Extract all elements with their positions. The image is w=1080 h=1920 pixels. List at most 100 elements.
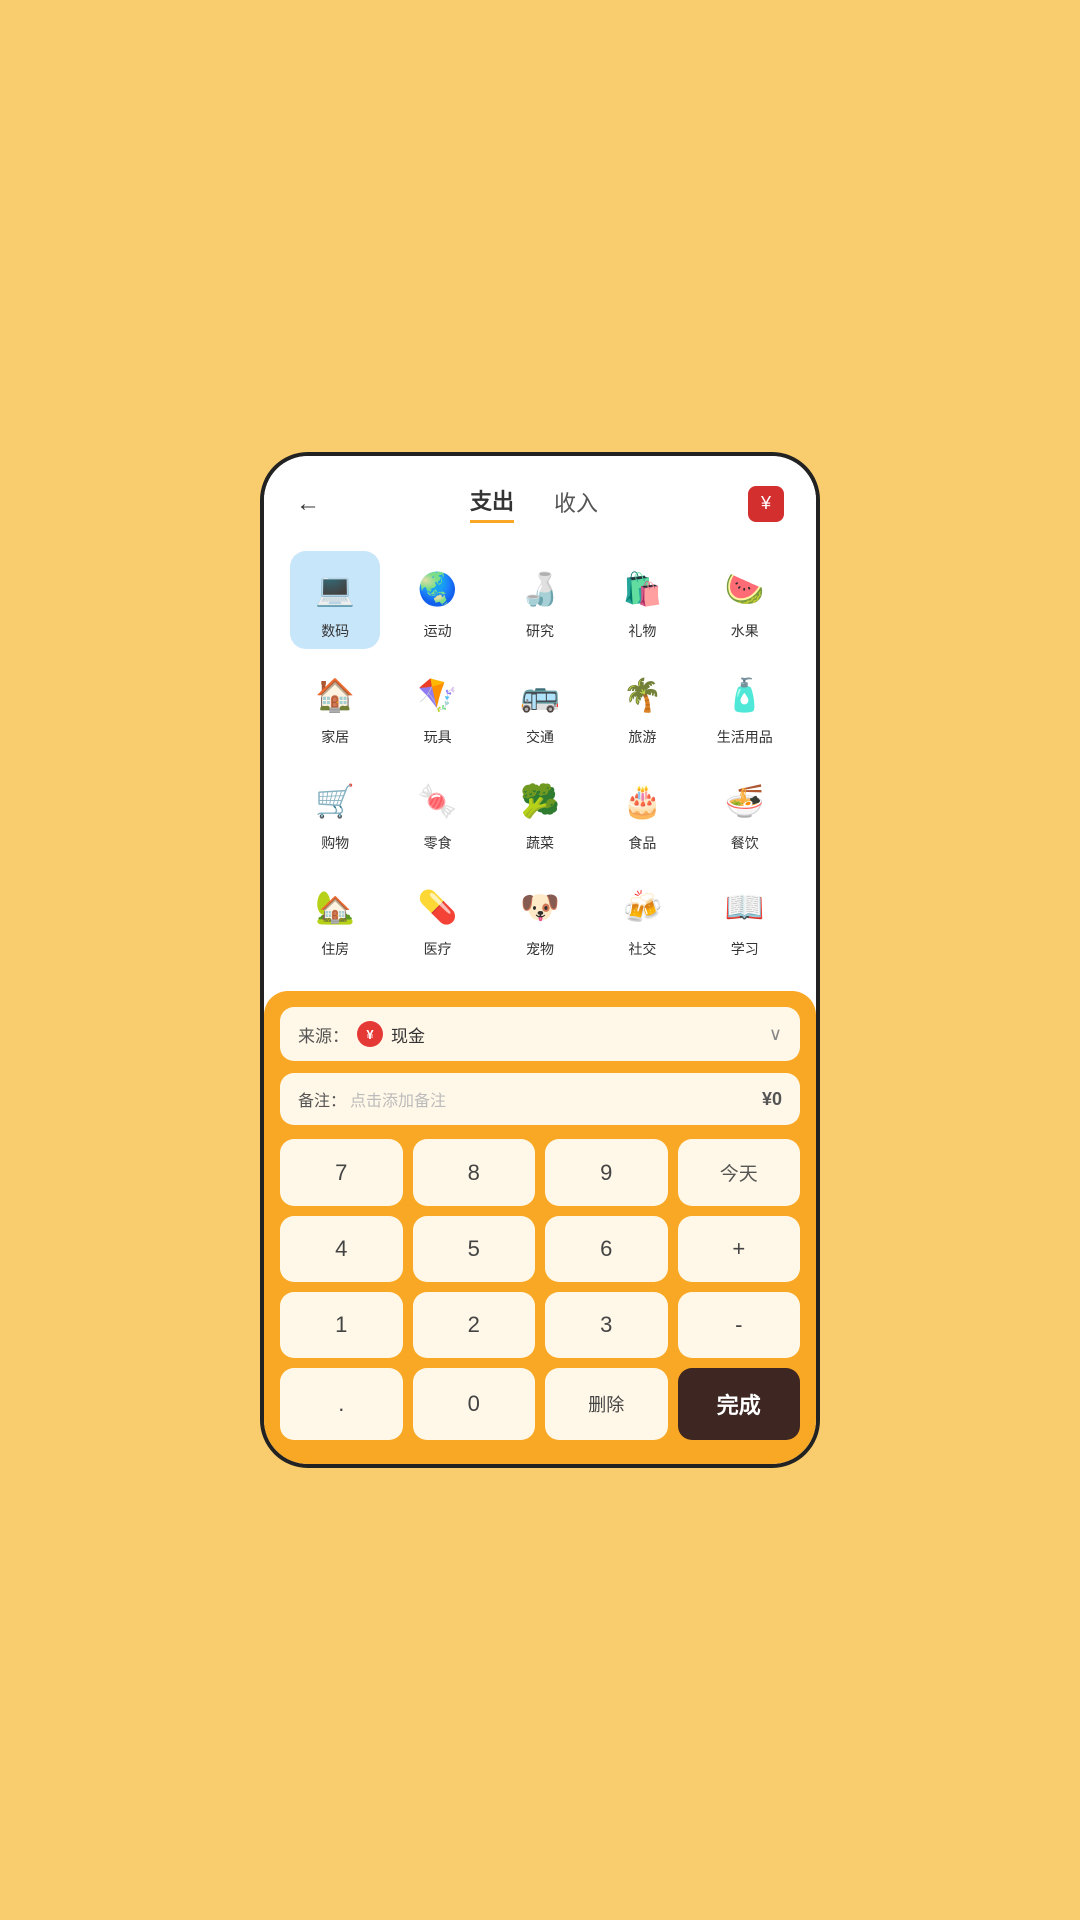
cat-item-food[interactable]: 🎂 食品 — [597, 763, 687, 861]
cat-item-shopping[interactable]: 🛒 购物 — [290, 763, 380, 861]
cat-label-study2: 研究 — [526, 621, 554, 641]
numpad-btn-4[interactable]: 4 — [280, 1216, 403, 1282]
cat-label-housing: 住房 — [321, 939, 349, 959]
cat-item-home[interactable]: 🏠 家居 — [290, 657, 380, 755]
cat-label-home: 家居 — [321, 727, 349, 747]
note-placeholder: 点击添加备注 — [350, 1087, 446, 1111]
cat-icon-daily: 🧴 — [717, 667, 773, 723]
cat-icon-traffic: 🚌 — [512, 667, 568, 723]
note-row[interactable]: 备注： 点击添加备注 ¥0 — [280, 1073, 800, 1125]
numpad-btn-6[interactable]: 6 — [545, 1216, 668, 1282]
cat-icon-pet: 🐶 — [512, 879, 568, 935]
source-left: 来源： ¥ 现金 — [298, 1021, 425, 1047]
numpad-btn-2[interactable]: 2 — [413, 1292, 536, 1358]
cat-item-study2[interactable]: 🍶 研究 — [495, 551, 585, 649]
cat-label-gift: 礼物 — [628, 621, 656, 641]
tab-income[interactable]: 收入 — [554, 486, 598, 522]
source-icon: ¥ — [357, 1021, 383, 1047]
cat-item-dining[interactable]: 🍜 餐饮 — [700, 763, 790, 861]
numpad-btn-9[interactable]: 9 — [545, 1139, 668, 1206]
numpad-btn-3[interactable]: 3 — [545, 1292, 668, 1358]
cat-item-travel[interactable]: 🌴 旅游 — [597, 657, 687, 755]
cat-icon-snacks: 🍬 — [410, 773, 466, 829]
cat-label-digital: 数码 — [321, 621, 349, 641]
cat-label-travel: 旅游 — [628, 727, 656, 747]
cat-item-gift[interactable]: 🛍️ 礼物 — [597, 551, 687, 649]
note-left: 备注： 点击添加备注 — [298, 1087, 446, 1111]
cat-label-snacks: 零食 — [424, 833, 452, 853]
numpad-btn--[interactable]: - — [678, 1292, 801, 1358]
cat-label-social: 社交 — [628, 939, 656, 959]
source-name-label: 现金 — [391, 1022, 425, 1047]
cat-label-sports: 运动 — [424, 621, 452, 641]
cat-item-housing[interactable]: 🏡 住房 — [290, 869, 380, 967]
numpad-btn-+[interactable]: + — [678, 1216, 801, 1282]
header: ← 支出 收入 ¥ — [264, 456, 816, 539]
numpad-btn-0[interactable]: 0 — [413, 1368, 536, 1440]
cat-icon-learn: 📖 — [717, 879, 773, 935]
cat-item-social[interactable]: 🍻 社交 — [597, 869, 687, 967]
cat-item-medical[interactable]: 💊 医疗 — [393, 869, 483, 967]
amount-display: ¥0 — [762, 1089, 782, 1110]
category-row: 🛒 购物 🍬 零食 🥦 蔬菜 🎂 食品 🍜 餐饮 — [284, 763, 796, 861]
cat-item-digital[interactable]: 💻 数码 — [290, 551, 380, 649]
source-prefix-label: 来源： — [298, 1022, 349, 1047]
numpad-btn-done[interactable]: 完成 — [678, 1368, 801, 1440]
numpad-btn-今天[interactable]: 今天 — [678, 1139, 801, 1206]
cat-label-food: 食品 — [628, 833, 656, 853]
numpad-btn-1[interactable]: 1 — [280, 1292, 403, 1358]
cat-item-toys[interactable]: 🪁 玩具 — [393, 657, 483, 755]
cat-label-traffic: 交通 — [526, 727, 554, 747]
book-icon-button[interactable]: ¥ — [748, 486, 784, 522]
cat-item-pet[interactable]: 🐶 宠物 — [495, 869, 585, 967]
bottom-panel: 来源： ¥ 现金 ∨ 备注： 点击添加备注 ¥0 789今天 456+123-.0… — [264, 991, 816, 1464]
cat-icon-fruit: 🍉 — [717, 561, 773, 617]
cat-label-daily: 生活用品 — [717, 727, 773, 747]
source-row[interactable]: 来源： ¥ 现金 ∨ — [280, 1007, 800, 1061]
tab-expense[interactable]: 支出 — [470, 484, 514, 523]
cat-icon-digital: 💻 — [307, 561, 363, 617]
numpad-btn-7[interactable]: 7 — [280, 1139, 403, 1206]
cat-icon-study2: 🍶 — [512, 561, 568, 617]
cat-item-traffic[interactable]: 🚌 交通 — [495, 657, 585, 755]
cat-item-fruit[interactable]: 🍉 水果 — [700, 551, 790, 649]
cat-icon-gift: 🛍️ — [614, 561, 670, 617]
cat-label-medical: 医疗 — [424, 939, 452, 959]
cat-icon-social: 🍻 — [614, 879, 670, 935]
cat-label-toys: 玩具 — [424, 727, 452, 747]
cat-item-veggie[interactable]: 🥦 蔬菜 — [495, 763, 585, 861]
cat-item-snacks[interactable]: 🍬 零食 — [393, 763, 483, 861]
numpad-btn-8[interactable]: 8 — [413, 1139, 536, 1206]
cat-icon-food: 🎂 — [614, 773, 670, 829]
cat-item-learn[interactable]: 📖学习 — [700, 869, 790, 967]
category-row: 🏠 家居 🪁 玩具 🚌 交通 🌴 旅游 🧴 生活用品 — [284, 657, 796, 755]
numpad: 789今天 456+123-.0删除完成 — [280, 1139, 800, 1440]
cat-label-fruit: 水果 — [731, 621, 759, 641]
category-grid: 💻 数码 🌏 运动 🍶 研究 🛍️ 礼物 🍉 水果 🏠 家居 🪁 玩具 🚌 交通 🌴 旅游 🧴 生活用品 🛒 购物 🍬 零食 🥦… — [264, 539, 816, 991]
numpad-btn-.[interactable]: . — [280, 1368, 403, 1440]
cat-icon-dining: 🍜 — [717, 773, 773, 829]
category-row: 💻 数码 🌏 运动 🍶 研究 🛍️ 礼物 🍉 水果 — [284, 551, 796, 649]
cat-icon-sports: 🌏 — [410, 561, 466, 617]
category-row: 🏡 住房 💊 医疗 🐶 宠物 🍻 社交 📖学习 — [284, 869, 796, 967]
cat-icon-travel: 🌴 — [614, 667, 670, 723]
cat-icon-housing: 🏡 — [307, 879, 363, 935]
cat-label-dining: 餐饮 — [731, 833, 759, 853]
cat-icon-medical: 💊 — [410, 879, 466, 935]
cat-item-sports[interactable]: 🌏 运动 — [393, 551, 483, 649]
note-prefix-label: 备注： — [298, 1087, 346, 1111]
cat-item-daily[interactable]: 🧴 生活用品 — [700, 657, 790, 755]
cat-label-shopping: 购物 — [321, 833, 349, 853]
cat-icon-veggie: 🥦 — [512, 773, 568, 829]
numpad-btn-5[interactable]: 5 — [413, 1216, 536, 1282]
cat-label-veggie: 蔬菜 — [526, 833, 554, 853]
cat-icon-home: 🏠 — [307, 667, 363, 723]
phone-container: ← 支出 收入 ¥ 💻 数码 🌏 运动 🍶 研究 🛍️ 礼物 🍉 水果 🏠 家居 🪁 玩具 🚌 交通 🌴 旅游 🧴 生… — [260, 452, 820, 1468]
cat-label-pet: 宠物 — [526, 939, 554, 959]
cat-icon-toys: 🪁 — [410, 667, 466, 723]
back-button[interactable]: ← — [296, 490, 320, 518]
header-tabs: 支出 收入 — [470, 484, 598, 523]
cat-icon-shopping: 🛒 — [307, 773, 363, 829]
source-chevron-icon: ∨ — [769, 1024, 782, 1045]
numpad-btn-delete[interactable]: 删除 — [545, 1368, 668, 1440]
